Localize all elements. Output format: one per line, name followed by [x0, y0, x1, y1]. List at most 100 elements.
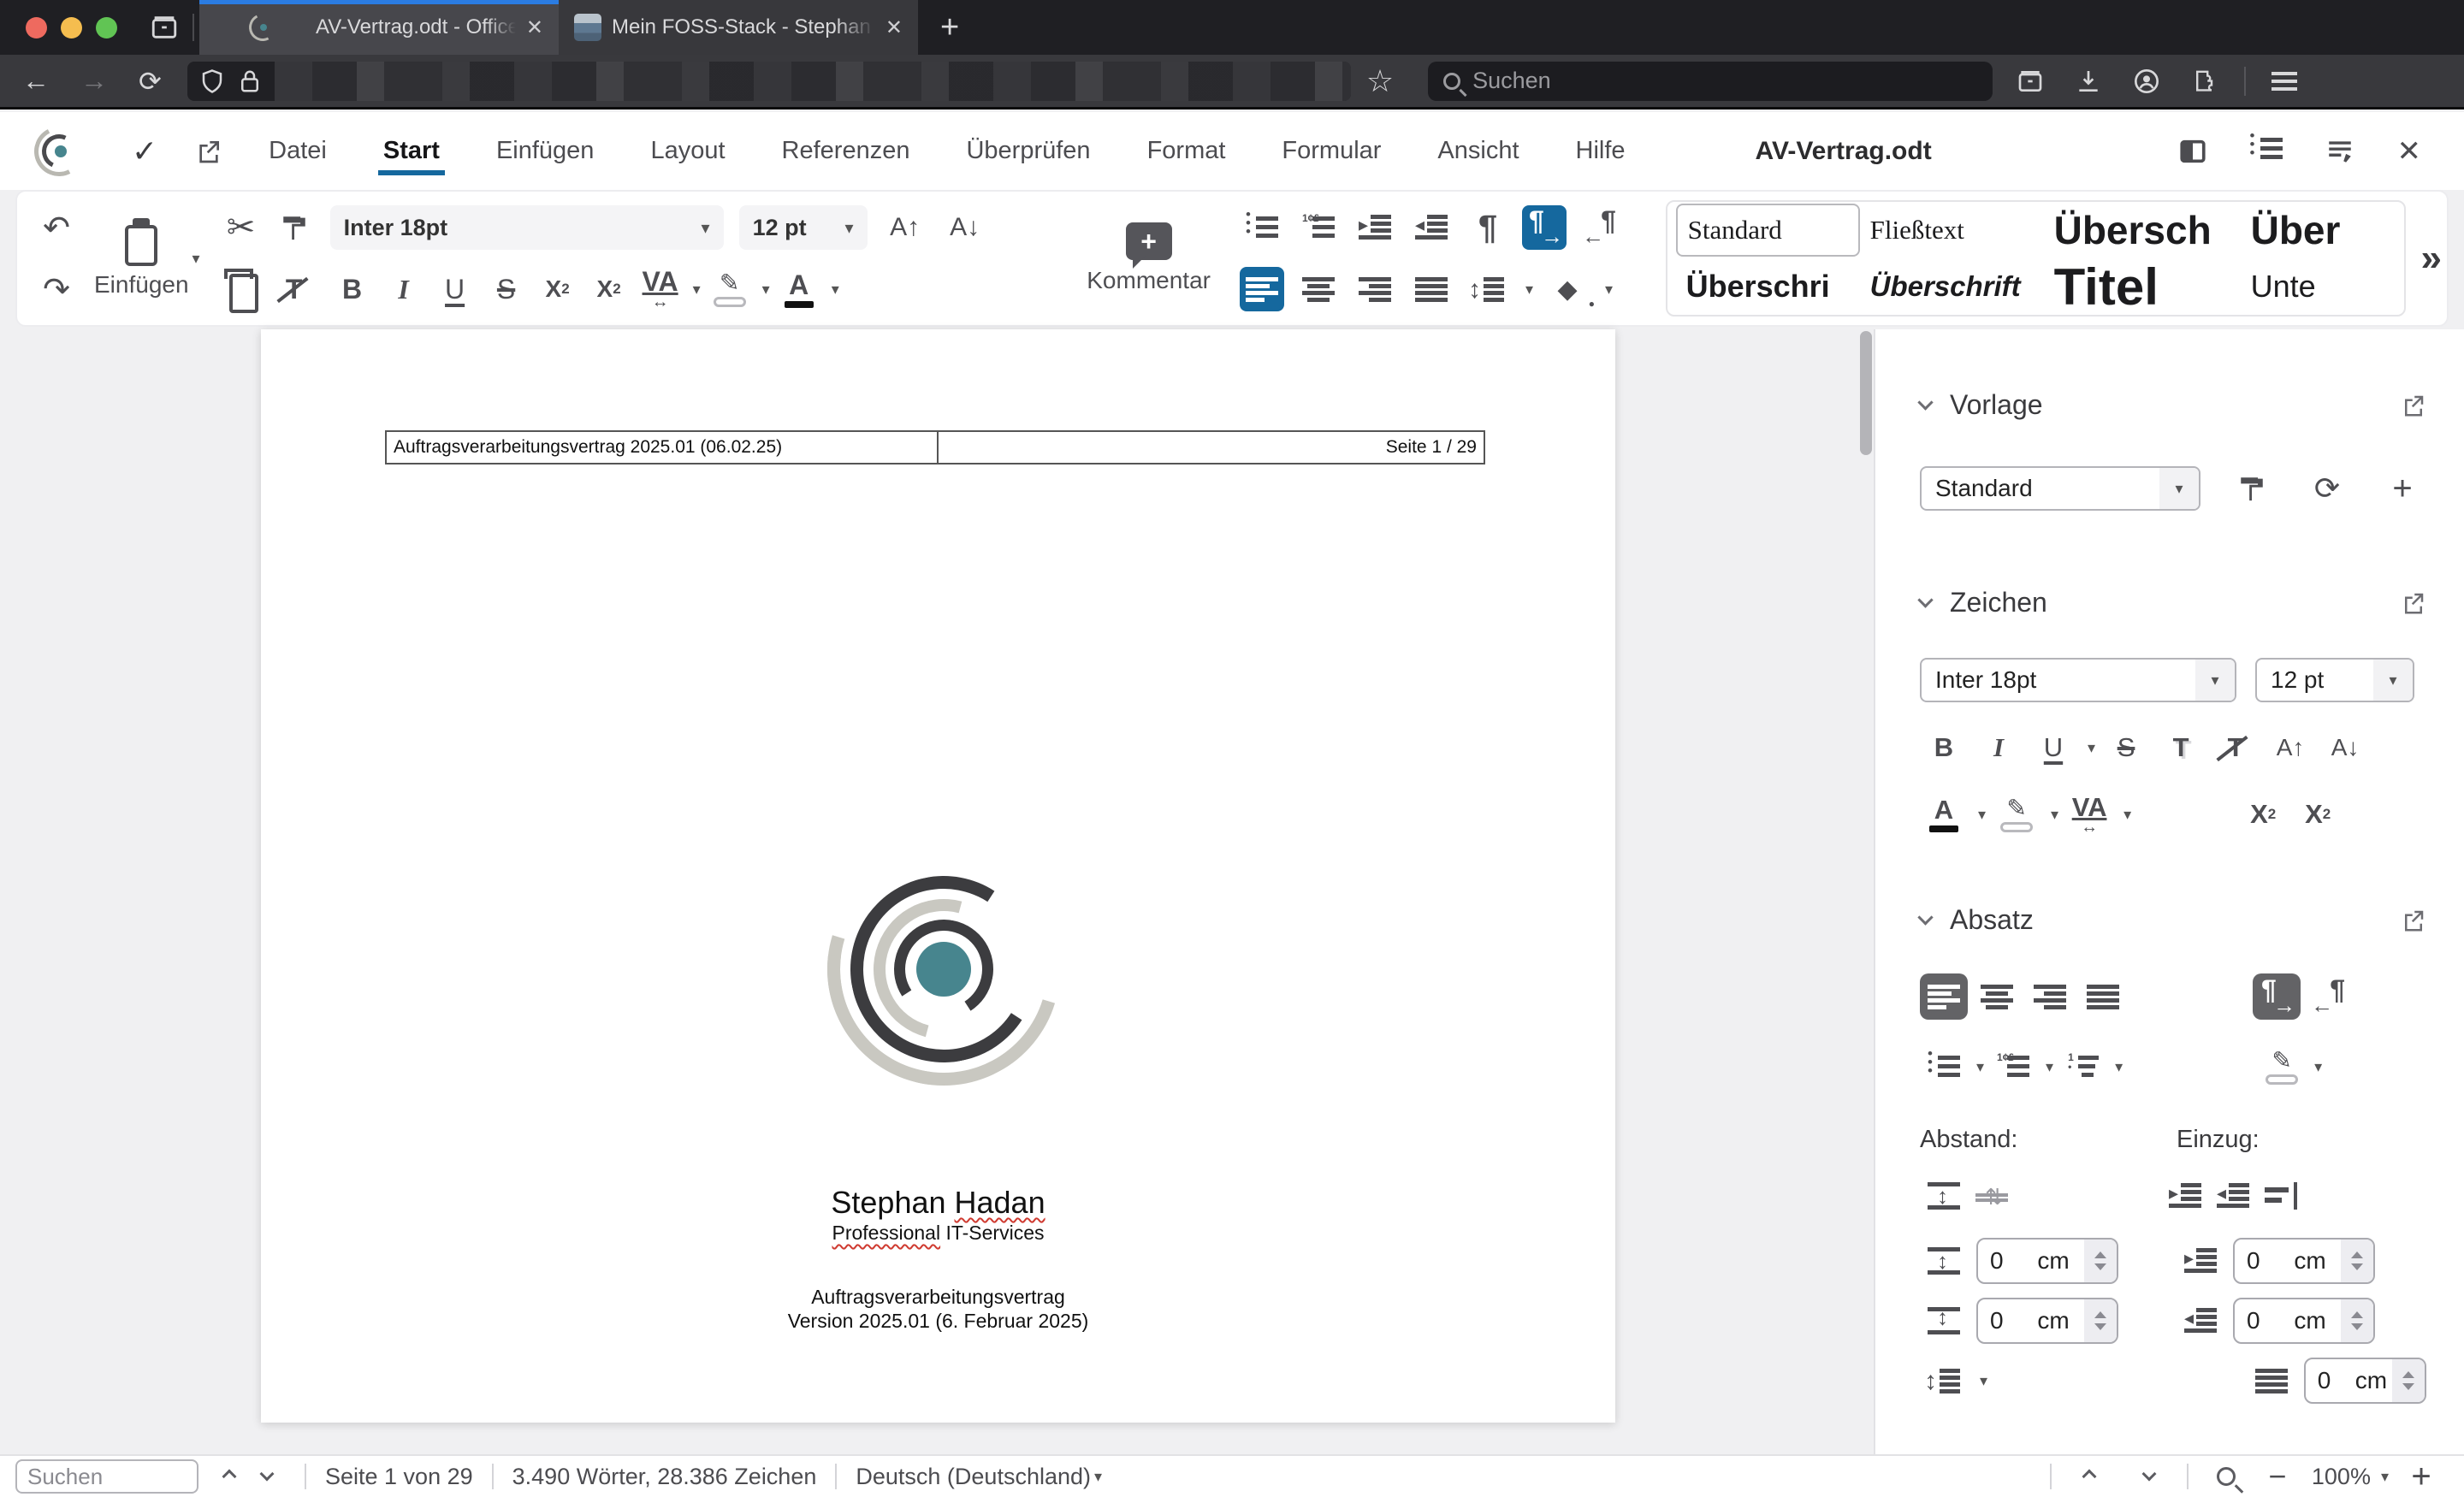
numbered-list-button[interactable]	[1989, 1044, 2037, 1090]
minimize-window-button[interactable]	[61, 16, 82, 38]
zeichen-section-header[interactable]: Zeichen	[1917, 587, 2426, 618]
highlight-color-button[interactable]: ✎	[1993, 791, 2040, 837]
font-name-combobox[interactable]: Inter 18pt ▾	[329, 205, 724, 250]
document-page[interactable]: Auftragsverarbeitungsvertrag 2025.01 (06…	[261, 329, 1615, 1423]
subscript-button[interactable]: X2	[2294, 791, 2342, 837]
menu-einfuegen[interactable]: Einfügen	[495, 121, 596, 180]
ltr-paragraph-button[interactable]: ¶ →	[2253, 973, 2301, 1020]
lock-icon[interactable]	[237, 68, 263, 94]
italic-button[interactable]: I	[1975, 725, 2023, 771]
bullet-list-button[interactable]	[1920, 1044, 1968, 1090]
superscript-button[interactable]: X2	[2239, 791, 2287, 837]
decrease-spacing-button[interactable]	[1968, 1173, 2016, 1219]
align-right-button[interactable]	[2026, 973, 2074, 1020]
superscript-button[interactable]: X2	[587, 267, 631, 311]
subscript-button[interactable]: X2	[536, 267, 580, 311]
spinner-buttons[interactable]	[2084, 1240, 2117, 1282]
paragraph-background-caret[interactable]: ▾	[1605, 281, 1613, 299]
paste-split-button[interactable]: Einfügen ▾	[94, 218, 200, 299]
collapse-chevron-icon[interactable]	[1917, 394, 1934, 411]
align-left-button[interactable]	[1920, 973, 1968, 1020]
word-count[interactable]: 3.490 Wörter, 28.386 Zeichen	[512, 1464, 817, 1490]
zoom-in-button[interactable]: +	[2402, 1458, 2440, 1495]
clear-formatting-button[interactable]: T	[272, 267, 317, 311]
reset-zoom-icon[interactable]	[2207, 1458, 2245, 1495]
align-center-button[interactable]	[1973, 973, 2021, 1020]
bold-button[interactable]: B	[330, 267, 375, 311]
style-ueberschrift-2[interactable]: Über	[2241, 202, 2404, 258]
sidebar-font-name-combobox[interactable]: Inter 18pt ▾	[1920, 658, 2236, 702]
grow-font-button[interactable]: A↑	[2266, 725, 2314, 771]
copy-button[interactable]	[219, 267, 264, 313]
page-info[interactable]: Seite 1 von 29	[325, 1464, 473, 1490]
increase-indent-button[interactable]	[2161, 1173, 2209, 1219]
rtl-paragraph-button[interactable]: ¶ ←	[2306, 973, 2354, 1020]
menu-ueberpruefen[interactable]: Überprüfen	[964, 121, 1092, 180]
underline-caret[interactable]: ▾	[2088, 739, 2095, 757]
justify-button[interactable]	[1409, 267, 1454, 311]
zoom-level[interactable]: 100%	[2312, 1464, 2371, 1490]
character-spacing-caret[interactable]: ▾	[2123, 806, 2131, 824]
menu-referenzen[interactable]: Referenzen	[780, 121, 912, 180]
undo-button[interactable]: ↶	[34, 205, 79, 250]
style-titel[interactable]: Titel	[2044, 258, 2241, 315]
bold-button[interactable]: B	[1920, 725, 1968, 771]
underline-button[interactable]: U	[2029, 725, 2077, 771]
url-bar[interactable]	[187, 61, 1351, 101]
highlight-caret[interactable]: ▾	[2051, 806, 2058, 824]
strikethrough-button[interactable]: S	[484, 267, 529, 311]
shadow-button[interactable]: T	[2157, 725, 2205, 771]
language-caret[interactable]: ▾	[1094, 1468, 1102, 1486]
paragraph-highlight-caret[interactable]: ▾	[2314, 1058, 2322, 1076]
first-line-indent-field[interactable]: 0 cm	[2303, 1358, 2426, 1404]
close-tab-icon[interactable]: ✕	[526, 15, 543, 40]
indent-before-field[interactable]: 0 cm	[2233, 1238, 2375, 1284]
space-below-field[interactable]: 0 cm	[1976, 1298, 2118, 1344]
paragraph-background-button[interactable]: ◆	[1545, 267, 1595, 311]
redo-button[interactable]: ↷	[34, 267, 79, 311]
justify-button[interactable]	[2079, 973, 2127, 1020]
hanging-indent-button[interactable]	[2257, 1173, 2305, 1219]
toc-list-icon[interactable]	[2249, 132, 2283, 167]
sidebar-font-size-combobox[interactable]: 12 pt ▾	[2255, 658, 2414, 702]
bullet-list-caret[interactable]: ▾	[1976, 1058, 1984, 1076]
spinner-buttons[interactable]	[2341, 1240, 2373, 1282]
style-fliesstext[interactable]: Fließtext	[1860, 202, 2044, 258]
downloads-icon[interactable]	[2075, 68, 2102, 95]
clear-formatting-button[interactable]: T	[2212, 725, 2260, 771]
reload-button[interactable]: ⟳	[139, 65, 162, 98]
italic-button[interactable]: I	[382, 267, 426, 311]
character-spacing-button[interactable]: VA ↔	[638, 267, 683, 311]
more-styles-chevron[interactable]: »	[2421, 237, 2442, 280]
style-ueberschrift-1[interactable]: Übersch	[2044, 202, 2241, 258]
strikethrough-button[interactable]: S	[2102, 725, 2150, 771]
menu-format[interactable]: Format	[1146, 121, 1228, 180]
increase-spacing-button[interactable]	[1920, 1173, 1968, 1219]
menu-layout[interactable]: Layout	[649, 121, 726, 180]
maximize-window-button[interactable]	[96, 16, 117, 38]
clone-style-roller-icon[interactable]	[2228, 465, 2276, 512]
font-name-caret[interactable]: ▾	[702, 217, 710, 239]
zoom-out-button[interactable]: −	[2259, 1458, 2296, 1495]
font-size-combobox[interactable]: 12 pt ▾	[738, 205, 868, 250]
next-page-button[interactable]	[2130, 1458, 2168, 1495]
open-dialog-icon[interactable]	[2401, 393, 2426, 418]
browser-search-box[interactable]: Suchen	[1428, 61, 1993, 101]
window-controls[interactable]	[0, 0, 141, 55]
redaction-edit-icon[interactable]	[2325, 137, 2354, 166]
line-spacing-caret[interactable]: ▾	[1980, 1372, 1987, 1390]
new-tab-button[interactable]: +	[918, 0, 981, 55]
cut-button[interactable]: ✂	[219, 205, 264, 250]
font-color-button[interactable]: A	[777, 267, 821, 311]
shrink-font-button[interactable]: A↓	[2321, 725, 2369, 771]
outline-list-caret[interactable]: ▾	[2115, 1058, 2123, 1076]
menu-datei[interactable]: Datei	[267, 121, 329, 180]
document-scrollbar[interactable]	[1860, 331, 1872, 455]
comment-button[interactable]: + Kommentar	[1087, 222, 1211, 294]
tab-av-vertrag[interactable]: AV-Vertrag.odt - Office @ Hada ✕	[199, 0, 559, 55]
highlight-color-button[interactable]: ✎	[708, 267, 752, 311]
close-window-button[interactable]	[26, 16, 47, 38]
open-dialog-icon[interactable]	[2401, 590, 2426, 616]
numbered-list-button[interactable]	[1296, 205, 1341, 250]
highlight-caret[interactable]: ▾	[762, 281, 770, 299]
